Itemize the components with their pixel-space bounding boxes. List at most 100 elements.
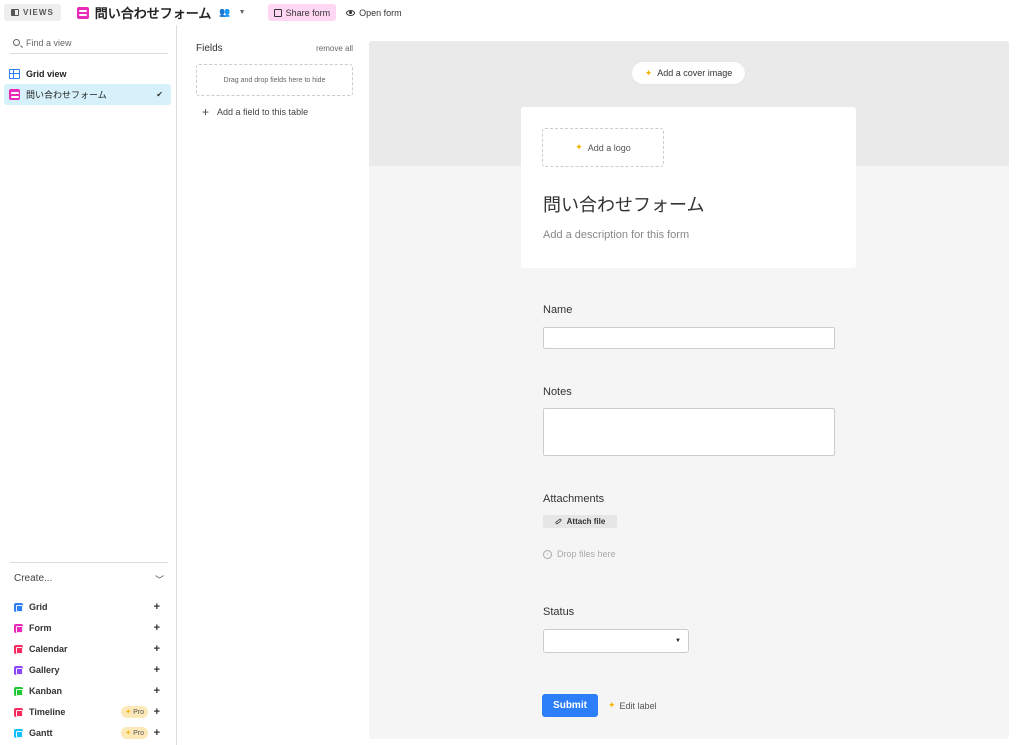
sparkle-icon: ✦ bbox=[125, 709, 132, 716]
kanban-icon bbox=[14, 686, 23, 696]
plus-icon[interactable]: + bbox=[154, 601, 160, 613]
create-timeline-item[interactable]: Timeline ✦ Pro + bbox=[14, 704, 164, 720]
view-title: 問い合わせフォーム bbox=[94, 6, 212, 21]
find-view-placeholder: Find a view bbox=[26, 37, 72, 48]
submit-button[interactable]: Submit bbox=[542, 694, 598, 717]
open-form-label: Open form bbox=[359, 7, 402, 18]
notes-textarea[interactable] bbox=[543, 408, 835, 456]
notes-field-label[interactable]: Notes bbox=[543, 386, 572, 398]
caret-down-icon: ▼ bbox=[675, 638, 681, 644]
remove-all-link[interactable]: remove all bbox=[316, 44, 353, 53]
plus-icon[interactable]: + bbox=[154, 706, 160, 718]
collaborators-icon: 👥 bbox=[219, 7, 231, 17]
grid-icon bbox=[9, 68, 20, 79]
search-icon bbox=[13, 39, 20, 46]
add-logo-button[interactable]: ✦ Add a logo bbox=[542, 128, 664, 167]
plus-icon[interactable]: + bbox=[154, 727, 160, 739]
top-bar: VIEWS 問い合わせフォーム 👥 ▼ Share form Open form bbox=[0, 0, 1024, 25]
pro-badge: ✦ Pro bbox=[121, 727, 148, 739]
create-view-header[interactable]: Create... ﹀ bbox=[14, 573, 164, 586]
drop-files-zone[interactable]: ↓ Drop files here bbox=[543, 549, 616, 559]
name-input[interactable] bbox=[543, 327, 835, 349]
add-cover-image-button[interactable]: ✦ Add a cover image bbox=[632, 62, 745, 84]
view-title-menu[interactable]: 問い合わせフォーム 👥 ▼ bbox=[76, 3, 246, 22]
plus-icon[interactable]: + bbox=[154, 622, 160, 634]
create-form-item[interactable]: Form + bbox=[14, 620, 164, 636]
sidebar-item-form-view[interactable]: 問い合わせフォーム ✔ bbox=[4, 84, 171, 105]
sparkle-icon: ✦ bbox=[575, 142, 583, 152]
grid-icon bbox=[14, 602, 23, 612]
create-item-label: Timeline bbox=[29, 707, 66, 717]
gantt-icon bbox=[14, 728, 23, 738]
add-field-button[interactable]: + Add a field to this table bbox=[202, 105, 308, 119]
form-icon bbox=[14, 623, 23, 633]
pro-badge: ✦ Pro bbox=[121, 706, 148, 718]
hidden-fields-dropzone[interactable]: Drag and drop fields here to hide bbox=[196, 64, 353, 96]
chevron-down-icon: ﹀ bbox=[154, 575, 164, 585]
eye-icon bbox=[346, 9, 356, 16]
create-gantt-item[interactable]: Gantt ✦ Pro + bbox=[14, 725, 164, 741]
add-field-label: Add a field to this table bbox=[217, 107, 309, 117]
attachments-field-label[interactable]: Attachments bbox=[543, 493, 604, 505]
chevron-down-icon: ▼ bbox=[238, 9, 246, 16]
attach-file-button[interactable]: Attach file bbox=[543, 515, 617, 528]
drop-hint: Drag and drop fields here to hide bbox=[223, 76, 326, 84]
form-preview: ✦ Add a cover image ✦ Add a logo 問い合わせフォ… bbox=[369, 41, 1009, 739]
share-form-button[interactable]: Share form bbox=[267, 4, 337, 21]
sparkle-icon: ✦ bbox=[608, 700, 616, 710]
sidebar-item-grid-view[interactable]: Grid view bbox=[4, 63, 171, 84]
name-field-label[interactable]: Name bbox=[543, 304, 572, 316]
fields-panel: Fields remove all Drag and drop fields h… bbox=[178, 25, 368, 745]
create-item-label: Calendar bbox=[29, 644, 68, 654]
edit-label-text: Edit label bbox=[619, 700, 657, 711]
timeline-icon bbox=[14, 707, 23, 717]
plus-icon[interactable]: + bbox=[154, 643, 160, 655]
views-toggle-button[interactable]: VIEWS bbox=[4, 4, 61, 21]
form-title[interactable]: 問い合わせフォーム bbox=[543, 191, 704, 217]
paperclip-icon bbox=[554, 518, 562, 525]
download-icon: ↓ bbox=[543, 549, 552, 559]
create-item-label: Grid bbox=[29, 602, 48, 612]
status-field-label[interactable]: Status bbox=[543, 606, 574, 618]
form-icon bbox=[9, 89, 20, 100]
create-calendar-item[interactable]: Calendar + bbox=[14, 641, 164, 657]
form-icon bbox=[76, 6, 89, 19]
plus-icon[interactable]: + bbox=[154, 685, 160, 697]
share-form-label: Share form bbox=[285, 7, 331, 18]
calendar-icon bbox=[14, 644, 23, 654]
gallery-icon bbox=[14, 665, 23, 675]
create-item-label: Gantt bbox=[29, 728, 53, 738]
divider bbox=[10, 562, 168, 563]
fields-title: Fields bbox=[196, 43, 223, 54]
plus-icon[interactable]: + bbox=[154, 664, 160, 676]
create-kanban-item[interactable]: Kanban + bbox=[14, 683, 164, 699]
share-icon bbox=[273, 8, 282, 17]
create-grid-item[interactable]: Grid + bbox=[14, 599, 164, 615]
form-header-card: ✦ Add a logo 問い合わせフォーム Add a description… bbox=[521, 107, 856, 268]
drop-files-label: Drop files here bbox=[557, 549, 616, 559]
submit-label: Submit bbox=[553, 700, 587, 711]
sidebar-item-label: 問い合わせフォーム bbox=[26, 90, 107, 100]
open-form-button[interactable]: Open form bbox=[346, 8, 402, 18]
form-description[interactable]: Add a description for this form bbox=[543, 229, 689, 241]
views-sidebar: Find a view Grid view 問い合わせフォーム ✔ Create… bbox=[0, 25, 177, 745]
sparkle-icon: ✦ bbox=[125, 730, 132, 737]
find-view-input[interactable]: Find a view bbox=[10, 32, 168, 54]
status-select[interactable]: ▼ bbox=[543, 629, 689, 653]
add-cover-label: Add a cover image bbox=[657, 68, 733, 78]
check-icon: ✔ bbox=[156, 90, 163, 99]
sparkle-icon: ✦ bbox=[644, 67, 653, 78]
create-item-label: Form bbox=[29, 623, 52, 633]
create-gallery-item[interactable]: Gallery + bbox=[14, 662, 164, 678]
sidebar-item-label: Grid view bbox=[26, 68, 67, 79]
add-logo-label: Add a logo bbox=[587, 142, 631, 153]
views-label: VIEWS bbox=[23, 8, 54, 17]
attach-file-label: Attach file bbox=[566, 517, 606, 526]
create-item-label: Kanban bbox=[29, 686, 63, 696]
create-label: Create... bbox=[14, 573, 53, 584]
fields-header: Fields remove all bbox=[196, 43, 353, 54]
plus-icon: + bbox=[202, 105, 210, 119]
sidebar-toggle-icon bbox=[11, 9, 19, 16]
create-item-label: Gallery bbox=[29, 665, 60, 675]
edit-label-button[interactable]: ✦ Edit label bbox=[608, 700, 657, 711]
